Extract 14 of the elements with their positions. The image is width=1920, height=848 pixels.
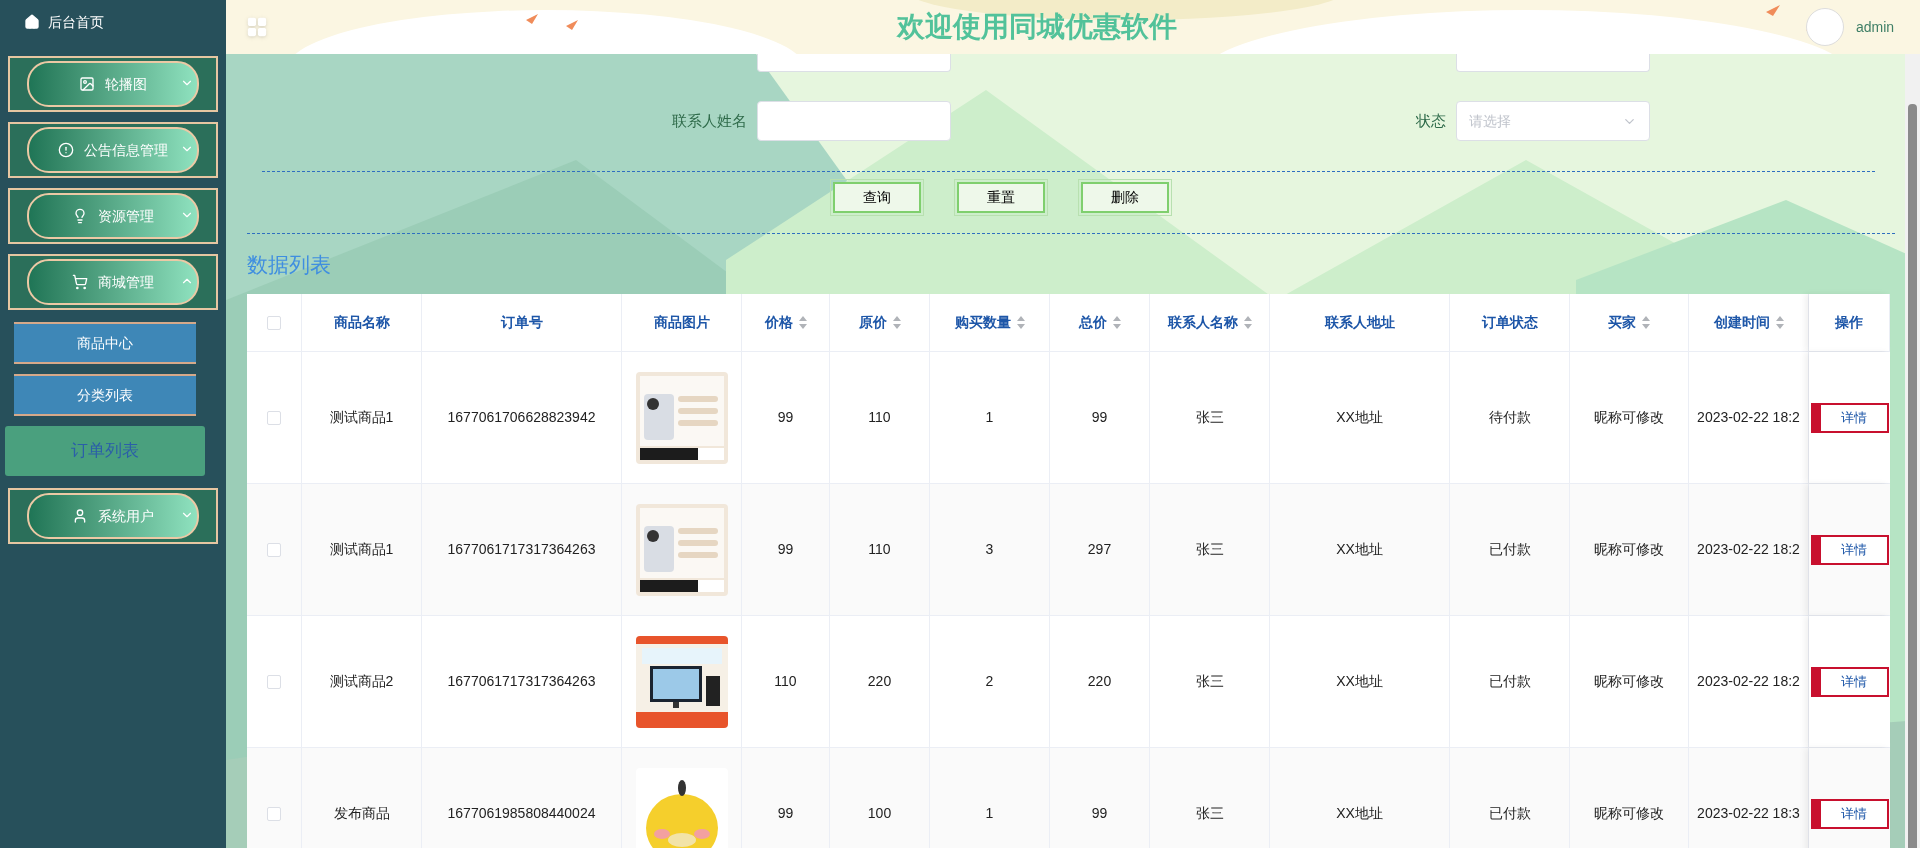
menu-item[interactable]: 资源管理 bbox=[8, 188, 218, 244]
menu-item[interactable]: 公告信息管理 bbox=[8, 122, 218, 178]
home-icon bbox=[24, 14, 40, 30]
menu-item[interactable]: 商城管理 bbox=[8, 254, 218, 310]
user-icon bbox=[72, 508, 88, 524]
submenu-item[interactable]: 分类列表 bbox=[14, 374, 196, 416]
image-icon bbox=[79, 76, 95, 92]
alert-icon bbox=[58, 142, 74, 158]
menu-item[interactable]: 轮播图 bbox=[8, 56, 218, 112]
home-link[interactable]: 后台首页 bbox=[0, 0, 226, 44]
menu-item[interactable]: 系统用户 bbox=[8, 488, 218, 544]
cart-icon bbox=[72, 274, 88, 290]
submenu-item[interactable]: 商品中心 bbox=[14, 322, 196, 364]
bulb-icon bbox=[72, 208, 88, 224]
